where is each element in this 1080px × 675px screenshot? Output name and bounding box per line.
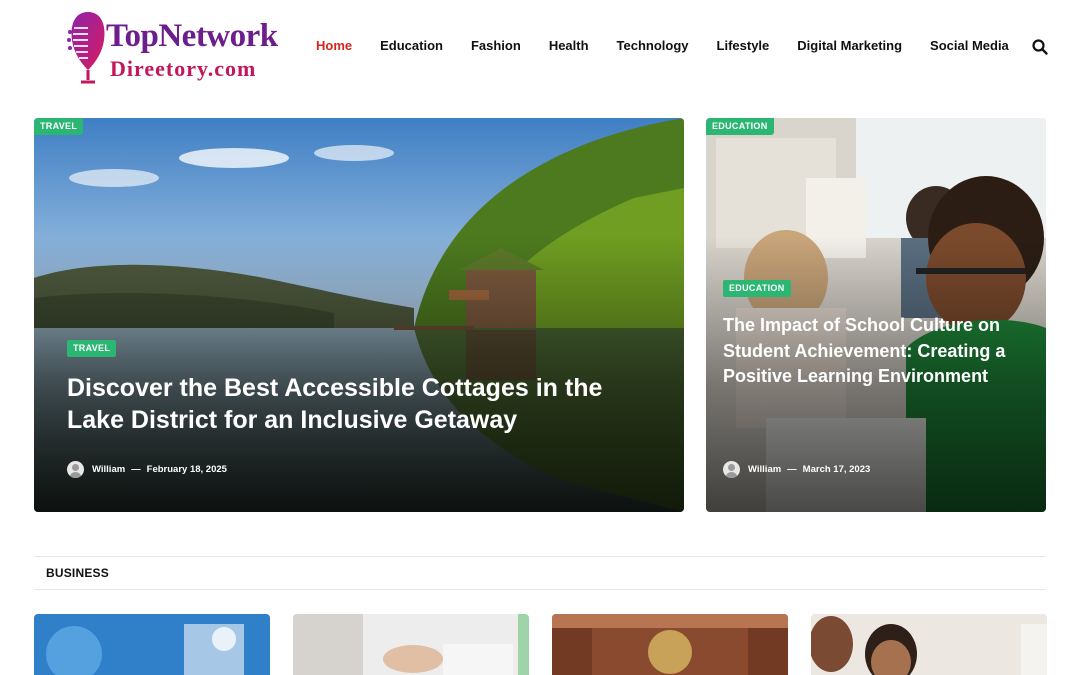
students-image (811, 614, 1047, 675)
courtroom-image (552, 614, 788, 675)
nav-item-social-media[interactable]: Social Media (930, 36, 1009, 58)
category-badge[interactable]: TRAVEL (67, 340, 117, 357)
post-author[interactable]: William (748, 464, 781, 475)
nav-item-digital-marketing[interactable]: Digital Marketing (797, 36, 902, 58)
microphone-logo-icon (67, 12, 105, 84)
handshake-image (293, 614, 529, 675)
category-badge[interactable]: EDUCATION (723, 280, 791, 297)
logo-text-top: TopNetwork (106, 18, 278, 54)
business-post-thumbnail[interactable] (811, 614, 1047, 675)
featured-post-card[interactable]: TRAVEL TRAVEL Discover the Best Accessib… (34, 118, 684, 512)
meta-separator: — (131, 464, 141, 475)
post-title[interactable]: The Impact of School Culture on Student … (723, 313, 1023, 390)
meta-separator: — (787, 464, 797, 475)
post-date: February 18, 2025 (146, 464, 227, 475)
post-date: March 17, 2023 (802, 464, 871, 475)
nav-item-lifestyle[interactable]: Lifestyle (717, 36, 770, 58)
business-post-thumbnail[interactable] (293, 614, 529, 675)
site-logo[interactable]: TopNetwork Direetory.com (66, 8, 278, 88)
site-header: TopNetwork Direetory.com Home Education … (0, 0, 1080, 100)
robot-hand-image (34, 614, 270, 675)
main-nav: Home Education Fashion Health Technology… (316, 36, 1037, 58)
category-badge-corner[interactable]: TRAVEL (34, 118, 84, 135)
nav-item-technology[interactable]: Technology (617, 36, 689, 58)
avatar-icon (723, 461, 740, 478)
nav-item-fashion[interactable]: Fashion (471, 36, 521, 58)
section-title[interactable]: BUSINESS (46, 566, 109, 580)
post-title[interactable]: Discover the Best Accessible Cottages in… (67, 372, 607, 436)
logo-text-bottom: Direetory.com (110, 56, 257, 81)
post-author[interactable]: William (92, 464, 125, 475)
category-badge-corner[interactable]: EDUCATION (706, 118, 774, 135)
post-meta: William — February 18, 2025 (67, 461, 227, 478)
nav-item-education[interactable]: Education (380, 36, 443, 58)
business-post-thumbnail[interactable] (552, 614, 788, 675)
nav-item-health[interactable]: Health (549, 36, 589, 58)
post-meta: William — March 17, 2023 (723, 461, 870, 478)
avatar-icon (67, 461, 84, 478)
section-header: BUSINESS (34, 556, 1046, 590)
nav-item-home[interactable]: Home (316, 36, 352, 58)
search-icon[interactable] (1031, 38, 1049, 56)
business-post-thumbnail[interactable] (34, 614, 270, 675)
side-post-card[interactable]: EDUCATION EDUCATION The Impact of School… (706, 118, 1046, 512)
